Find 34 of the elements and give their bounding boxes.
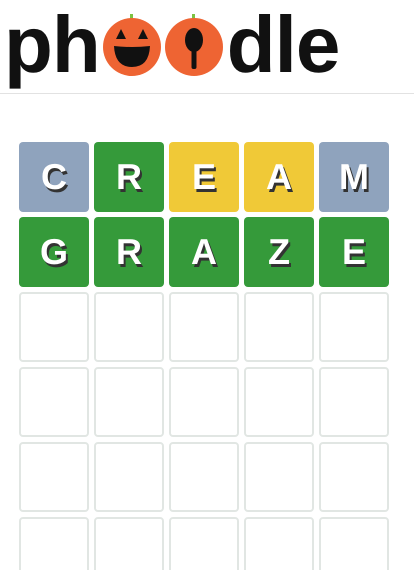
empty-tile — [19, 517, 89, 570]
empty-tile — [19, 367, 89, 437]
empty-tile — [244, 292, 314, 362]
empty-tile — [94, 442, 164, 512]
empty-tile — [319, 442, 389, 512]
empty-tile — [19, 442, 89, 512]
tile-letter: C — [41, 159, 67, 195]
tile-letter: E — [192, 159, 216, 195]
pumpkin-spoon-icon — [164, 14, 224, 76]
empty-tile — [319, 517, 389, 570]
empty-tile — [244, 442, 314, 512]
tile-letter: A — [191, 234, 217, 270]
pumpkin-face-icon — [102, 14, 162, 76]
empty-tile — [94, 367, 164, 437]
empty-tile — [169, 367, 239, 437]
tile-letter: E — [342, 234, 366, 270]
empty-tile — [244, 367, 314, 437]
empty-tile — [94, 517, 164, 570]
empty-tile — [169, 292, 239, 362]
empty-tile — [169, 517, 239, 570]
empty-tile — [19, 292, 89, 362]
tile-letter: A — [266, 159, 292, 195]
empty-tile — [319, 367, 389, 437]
tile-letter: R — [116, 159, 142, 195]
logo-text: dle — [226, 0, 340, 90]
logo-text: ph — [4, 0, 100, 90]
empty-tile — [244, 517, 314, 570]
empty-tile — [94, 292, 164, 362]
empty-tile — [319, 292, 389, 362]
tile-letter: Z — [268, 234, 290, 270]
tile-letter: R — [116, 234, 142, 270]
empty-tile — [169, 442, 239, 512]
tile-letter: M — [339, 159, 369, 195]
tile-letter: G — [40, 234, 68, 270]
